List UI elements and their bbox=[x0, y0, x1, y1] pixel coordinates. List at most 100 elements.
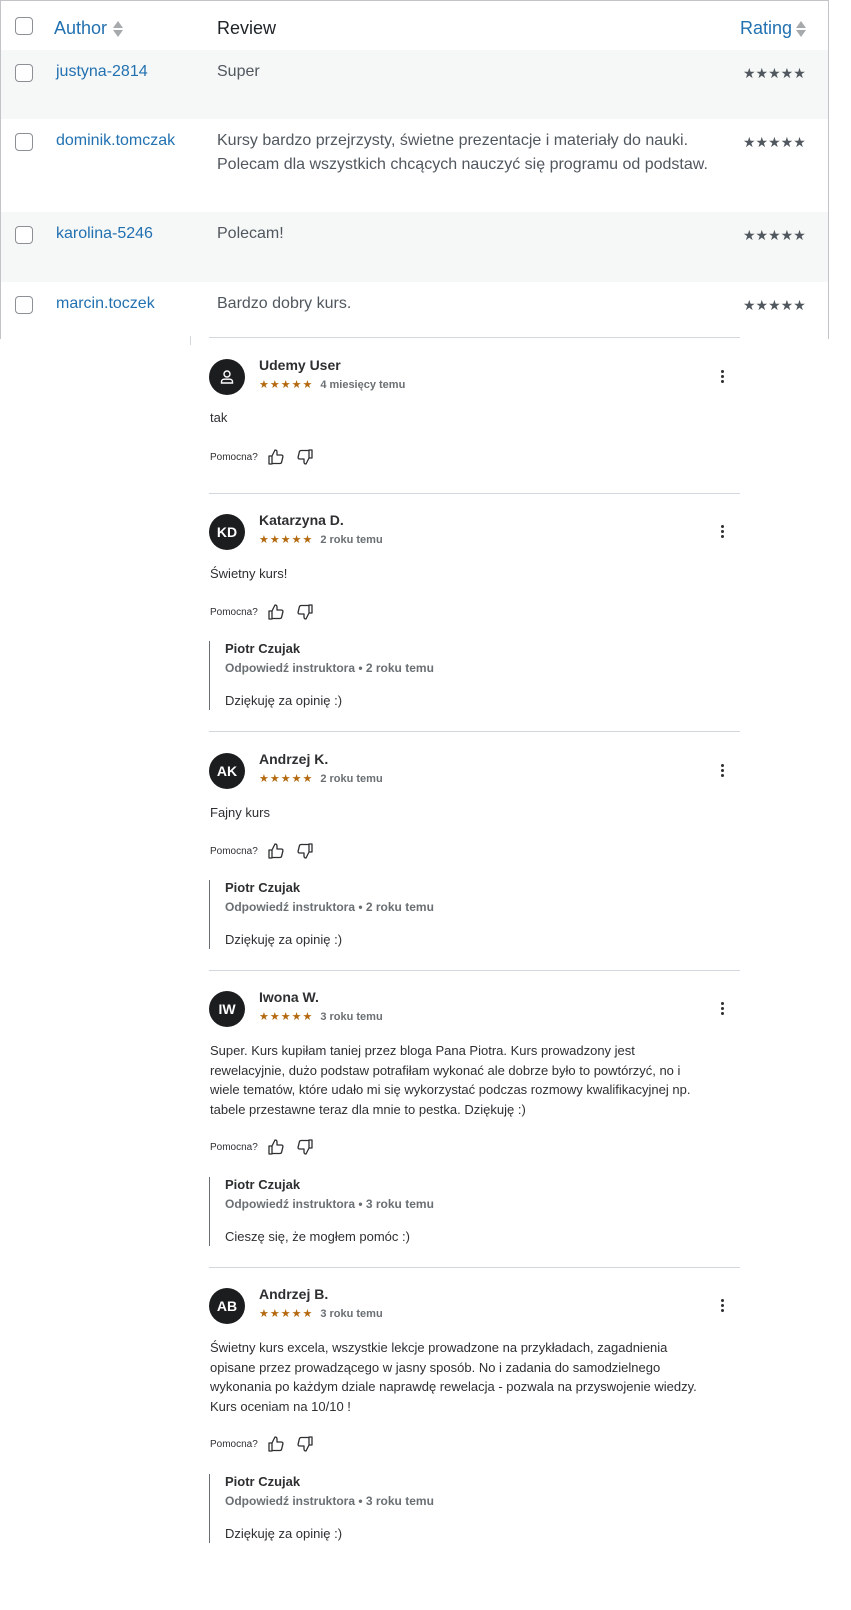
rating-stars: ★★★★★ bbox=[743, 65, 806, 81]
reply-meta: Odpowiedź instruktora • 2 roku temu bbox=[225, 900, 434, 914]
sort-icon[interactable] bbox=[796, 19, 806, 39]
instructor-reply: Piotr Czujak Odpowiedź instruktora • 3 r… bbox=[209, 1474, 741, 1543]
review-line: Bardzo dobry kurs. bbox=[217, 295, 352, 312]
table-row: marcin.toczek Bardzo dobry kurs. ★★★★★ bbox=[1, 282, 828, 340]
more-options-icon[interactable] bbox=[714, 522, 730, 540]
row-checkbox[interactable] bbox=[15, 226, 33, 244]
more-options-icon[interactable] bbox=[714, 367, 730, 385]
avatar: AB bbox=[209, 1288, 245, 1324]
review-meta: ★★★★★ 2 roku temu bbox=[259, 533, 383, 547]
instructor-name: Piotr Czujak bbox=[225, 880, 301, 895]
review-time: 4 miesięcy temu bbox=[320, 378, 406, 391]
sort-icon[interactable] bbox=[113, 19, 123, 39]
more-options-icon[interactable] bbox=[714, 999, 730, 1017]
reviewer-name: Iwona W. bbox=[259, 989, 319, 1005]
helpful-section: Pomocna? bbox=[210, 447, 324, 467]
review-card: IW Iwona W. ★★★★★ 3 roku temu Super. Kur… bbox=[209, 989, 741, 1251]
author-link[interactable]: marcin.toczek bbox=[56, 295, 155, 313]
review-text: Kursy bardzo przejrzysty, świetne prezen… bbox=[217, 129, 717, 177]
helpful-label: Pomocna? bbox=[210, 1438, 258, 1450]
review-time: 3 roku temu bbox=[320, 1307, 383, 1320]
review-time: 3 roku temu bbox=[320, 1010, 383, 1023]
reply-text: Cieszę się, że mogłem pomóc :) bbox=[225, 1229, 410, 1244]
more-options-icon[interactable] bbox=[714, 1296, 730, 1314]
rating-stars: ★★★★★ bbox=[259, 1308, 314, 1320]
instructor-name: Piotr Czujak bbox=[225, 1177, 301, 1192]
review-text: Polecam! bbox=[217, 222, 717, 246]
instructor-reply: Piotr Czujak Odpowiedź instruktora • 3 r… bbox=[209, 1177, 741, 1246]
review-card: Udemy User ★★★★★ 4 miesięcy temu tak Pom… bbox=[209, 357, 740, 469]
avatar: AK bbox=[209, 753, 245, 789]
rating-stars: ★★★★★ bbox=[259, 773, 314, 785]
table-row: karolina-5246 Polecam! ★★★★★ bbox=[1, 212, 828, 282]
reply-text: Dziękuję za opinię :) bbox=[225, 1526, 343, 1541]
review-meta: ★★★★★ 4 miesięcy temu bbox=[259, 378, 406, 392]
rating-stars: ★★★★★ bbox=[259, 379, 314, 391]
row-checkbox[interactable] bbox=[15, 64, 33, 82]
author-link[interactable]: dominik.tomczak bbox=[56, 132, 175, 150]
reply-text: Dziękuję za opinię :) bbox=[225, 693, 343, 708]
reply-meta: Odpowiedź instruktora • 3 roku temu bbox=[225, 1494, 434, 1508]
review-body: tak bbox=[210, 410, 228, 425]
reply-text: Dziękuję za opinię :) bbox=[225, 932, 343, 947]
review-body: Świetny kurs excela, wszystkie lekcje pr… bbox=[210, 1338, 738, 1416]
helpful-label: Pomocna? bbox=[210, 845, 258, 857]
column-header-author[interactable]: Author bbox=[54, 18, 107, 39]
thumbs-down-icon[interactable] bbox=[295, 841, 315, 861]
divider bbox=[209, 337, 740, 338]
avatar: KD bbox=[209, 514, 245, 550]
thumbs-up-icon[interactable] bbox=[266, 447, 286, 467]
review-line: Świetny kurs excela, wszystkie lekcje pr… bbox=[210, 1340, 668, 1355]
review-card: AK Andrzej K. ★★★★★ 2 roku temu Fajny ku… bbox=[209, 751, 741, 953]
divider bbox=[209, 1267, 740, 1268]
row-checkbox[interactable] bbox=[15, 133, 33, 151]
user-icon bbox=[220, 370, 234, 384]
table-header: Author Review Rating bbox=[1, 5, 828, 51]
review-meta: ★★★★★ 3 roku temu bbox=[259, 1010, 383, 1024]
thumbs-down-icon[interactable] bbox=[295, 1434, 315, 1454]
helpful-label: Pomocna? bbox=[210, 451, 258, 463]
review-line: wykonania po każdym dziale naprawdę rewe… bbox=[210, 1379, 697, 1395]
rating-stars: ★★★★★ bbox=[743, 227, 806, 243]
rating-stars: ★★★★★ bbox=[743, 134, 806, 150]
thumbs-down-icon[interactable] bbox=[295, 1137, 315, 1157]
divider bbox=[209, 731, 740, 732]
reviewer-name: Andrzej K. bbox=[259, 751, 329, 767]
avatar bbox=[209, 359, 245, 395]
review-time: 2 roku temu bbox=[320, 772, 383, 785]
instructor-reply: Piotr Czujak Odpowiedź instruktora • 2 r… bbox=[209, 641, 741, 710]
reviews-table: Author Review Rating justyna-2814 Super … bbox=[0, 0, 829, 339]
thumbs-up-icon[interactable] bbox=[266, 1137, 286, 1157]
thumbs-down-icon[interactable] bbox=[295, 447, 315, 467]
rating-stars: ★★★★★ bbox=[259, 1011, 314, 1023]
review-card: AB Andrzej B. ★★★★★ 3 roku temu Świetny … bbox=[209, 1286, 741, 1548]
review-meta: ★★★★★ 2 roku temu bbox=[259, 772, 383, 786]
author-link[interactable]: karolina-5246 bbox=[56, 225, 153, 243]
instructor-reply: Piotr Czujak Odpowiedź instruktora • 2 r… bbox=[209, 880, 741, 949]
review-line: opisane przez prowadzącego w jasny sposó… bbox=[210, 1359, 661, 1375]
helpful-section: Pomocna? bbox=[210, 1137, 324, 1157]
reply-meta: Odpowiedź instruktora • 2 roku temu bbox=[225, 661, 434, 675]
column-header-rating[interactable]: Rating bbox=[740, 18, 792, 39]
helpful-section: Pomocna? bbox=[210, 602, 324, 622]
review-line: Polecam! bbox=[217, 225, 284, 242]
thumbs-up-icon[interactable] bbox=[266, 1434, 286, 1454]
divider bbox=[190, 336, 191, 345]
instructor-name: Piotr Czujak bbox=[225, 1474, 301, 1489]
row-checkbox[interactable] bbox=[15, 296, 33, 314]
review-body: Super. Kurs kupiłam taniej przez bloga P… bbox=[210, 1041, 738, 1119]
review-line: tabele przestawne teraz dla mnie to pest… bbox=[210, 1101, 526, 1117]
review-line: wiele tematów, które udało mi się wykorz… bbox=[210, 1082, 691, 1098]
review-text: Bardzo dobry kurs. bbox=[217, 292, 717, 316]
more-options-icon[interactable] bbox=[714, 761, 730, 779]
thumbs-up-icon[interactable] bbox=[266, 602, 286, 622]
thumbs-down-icon[interactable] bbox=[295, 602, 315, 622]
author-link[interactable]: justyna-2814 bbox=[56, 63, 148, 81]
instructor-name: Piotr Czujak bbox=[225, 641, 301, 656]
review-card: KD Katarzyna D. ★★★★★ 2 roku temu Świetn… bbox=[209, 512, 741, 714]
select-all-checkbox[interactable] bbox=[15, 17, 33, 35]
reviewer-name: Andrzej B. bbox=[259, 1286, 329, 1302]
thumbs-up-icon[interactable] bbox=[266, 841, 286, 861]
rating-stars: ★★★★★ bbox=[259, 534, 314, 546]
reviewer-name: Udemy User bbox=[259, 357, 341, 373]
